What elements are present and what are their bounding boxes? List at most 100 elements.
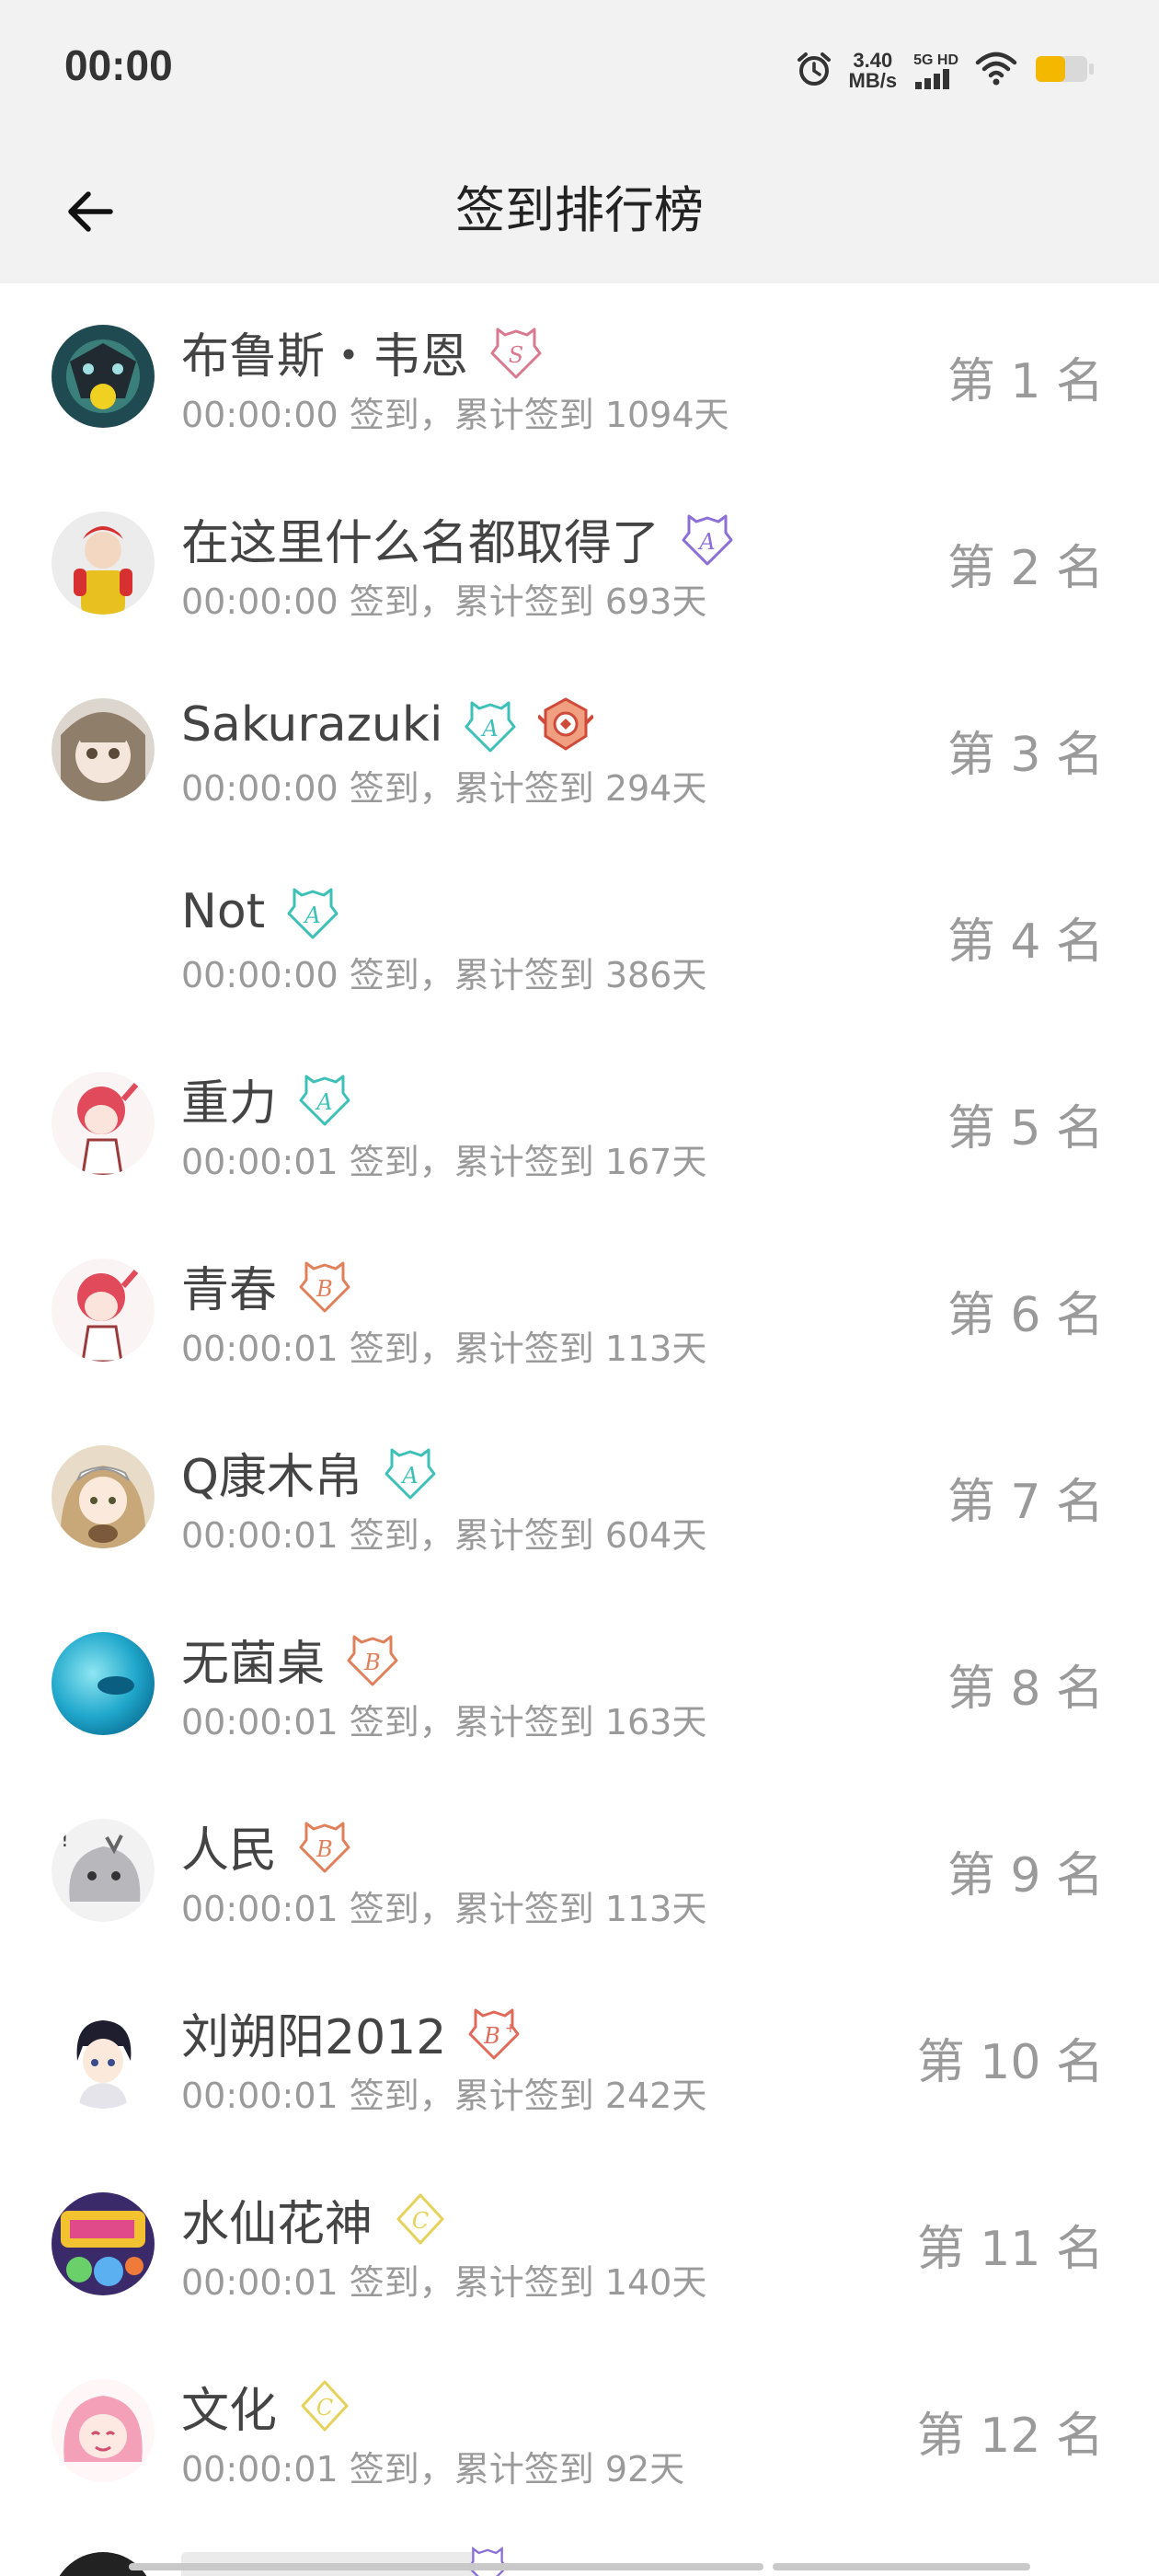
wifi-icon bbox=[975, 52, 1017, 90]
avatar[interactable] bbox=[52, 885, 155, 988]
user-name: 布鲁斯・韦恩 bbox=[181, 328, 469, 385]
level-a-badge-icon: A bbox=[287, 888, 339, 939]
status-bar: 00:00 3.40 MB/s 5G HD bbox=[0, 0, 1159, 138]
level-b-badge-icon: B bbox=[299, 1261, 350, 1313]
user-name: 无菌桌 bbox=[181, 1636, 326, 1692]
svg-text:A: A bbox=[697, 529, 715, 555]
ranking-row[interactable]: ! 人民 B 00:00:01 签到，累计签到 113天 第 9 名 bbox=[0, 1777, 1159, 1964]
level-a-badge-icon: A bbox=[465, 701, 516, 753]
rank-label: 第 2 名 bbox=[947, 541, 1104, 596]
level-b-badge-icon: B bbox=[347, 1635, 398, 1686]
user-name-line: 文化 C bbox=[181, 2373, 352, 2439]
avatar[interactable] bbox=[52, 325, 155, 428]
level-a-badge-icon: A bbox=[682, 514, 733, 566]
page-title: 签到排行榜 bbox=[455, 181, 704, 239]
avatar[interactable] bbox=[52, 698, 155, 801]
checkin-info: 00:00:00 签到，累计签到 1094天 bbox=[181, 395, 729, 435]
ranking-row[interactable]: 刘朔阳2012 B + 00:00:01 签到，累计签到 242天 第 10 名 bbox=[0, 1964, 1159, 2151]
user-name-line: 布鲁斯・韦恩 S bbox=[181, 318, 544, 385]
level-c-badge-icon: C bbox=[301, 2380, 349, 2432]
rank-label: 第 12 名 bbox=[916, 2409, 1104, 2464]
ranking-row[interactable]: 布鲁斯・韦恩 S 00:00:00 签到，累计签到 1094天 第 1 名 bbox=[0, 283, 1159, 470]
signal-bars-icon bbox=[915, 69, 950, 89]
svg-text:A: A bbox=[303, 903, 320, 928]
app-header: 签到排行榜 bbox=[0, 138, 1159, 283]
svg-text:B: B bbox=[316, 1276, 333, 1302]
level-a-badge-icon bbox=[467, 2546, 508, 2576]
rank-label: 第 11 名 bbox=[916, 2222, 1104, 2277]
network-speed: 3.40 MB/s bbox=[848, 49, 898, 92]
user-name-line: Not A bbox=[181, 879, 340, 945]
scroll-indicator bbox=[129, 2563, 763, 2570]
svg-text:C: C bbox=[412, 2208, 429, 2234]
avatar[interactable] bbox=[52, 1072, 155, 1175]
checkin-info: 00:00:01 签到，累计签到 242天 bbox=[181, 2076, 707, 2116]
level-b-badge-icon: B bbox=[299, 1822, 350, 1873]
checkin-info: 00:00:01 签到，累计签到 113天 bbox=[181, 1328, 707, 1369]
battery-icon bbox=[1034, 52, 1095, 89]
user-name: 人民 bbox=[181, 1823, 278, 1879]
signal-indicator: 5G HD bbox=[913, 52, 958, 89]
user-name-line: Q康木帛 A bbox=[181, 1439, 438, 1505]
ranking-row[interactable]: Not A 00:00:00 签到，累计签到 386天 第 4 名 bbox=[0, 844, 1159, 1030]
rank-label: 第 9 名 bbox=[947, 1848, 1104, 1903]
ranking-row[interactable]: Q康木帛 A 00:00:01 签到，累计签到 604天 第 7 名 bbox=[0, 1404, 1159, 1591]
rank-label: 第 10 名 bbox=[916, 2035, 1104, 2090]
network-type-label: 5G HD bbox=[913, 52, 958, 68]
svg-text:!: ! bbox=[61, 1829, 69, 1852]
user-name: Not bbox=[181, 884, 266, 939]
svg-text:A: A bbox=[481, 716, 499, 742]
user-name: 青春 bbox=[181, 1262, 278, 1318]
avatar[interactable] bbox=[52, 2006, 155, 2109]
user-name-line: 刘朔阳2012 B + bbox=[181, 1999, 522, 2065]
avatar[interactable] bbox=[52, 512, 155, 615]
svg-text:+: + bbox=[505, 2021, 516, 2036]
ranking-row[interactable]: 水仙花神 C 00:00:01 签到，累计签到 140天 第 11 名 bbox=[0, 2151, 1159, 2338]
avatar[interactable] bbox=[52, 1445, 155, 1548]
ranking-row[interactable]: 在这里什么名都取得了 A 00:00:00 签到，累计签到 693天 第 2 名 bbox=[0, 470, 1159, 657]
ranking-row[interactable]: 重力 A 00:00:01 签到，累计签到 167天 第 5 名 bbox=[0, 1030, 1159, 1217]
user-name-line: 无菌桌 B bbox=[181, 1626, 400, 1692]
ranking-row[interactable]: 无菌桌 B 00:00:01 签到，累计签到 163天 第 8 名 bbox=[0, 1591, 1159, 1777]
svg-text:B: B bbox=[363, 1650, 381, 1675]
status-time: 00:00 bbox=[64, 41, 173, 89]
svg-text:B: B bbox=[316, 1836, 333, 1862]
checkin-info: 00:00:00 签到，累计签到 693天 bbox=[181, 581, 707, 622]
user-name-line: 人民 B bbox=[181, 1812, 352, 1879]
alarm-icon bbox=[796, 51, 832, 91]
rank-label: 第 1 名 bbox=[947, 354, 1104, 409]
user-name: 刘朔阳2012 bbox=[181, 2009, 447, 2065]
medal-icon bbox=[538, 697, 594, 751]
user-name: 文化 bbox=[181, 2383, 278, 2439]
svg-text:B: B bbox=[484, 2023, 501, 2049]
rank-label: 第 7 名 bbox=[947, 1475, 1104, 1530]
user-name: 在这里什么名都取得了 bbox=[181, 515, 660, 571]
ranking-row[interactable]: Sakurazuki A 00:00:00 签到，累计签到 294天 第 3 名 bbox=[0, 657, 1159, 844]
scroll-indicator bbox=[773, 2563, 1030, 2570]
user-name-line: Sakurazuki A bbox=[181, 692, 594, 758]
level-c-badge-icon: C bbox=[396, 2193, 444, 2245]
ranking-row[interactable]: 文化 C 00:00:01 签到，累计签到 92天 第 12 名 bbox=[0, 2338, 1159, 2524]
avatar[interactable]: ! bbox=[52, 1819, 155, 1922]
user-name-line: 水仙花神 C bbox=[181, 2186, 448, 2252]
rank-label: 第 4 名 bbox=[947, 914, 1104, 970]
checkin-info: 00:00:00 签到，累计签到 294天 bbox=[181, 768, 707, 809]
user-name: Q康木帛 bbox=[181, 1449, 362, 1505]
user-name-line: 重力 A bbox=[181, 1065, 352, 1132]
svg-text:S: S bbox=[509, 342, 523, 368]
avatar[interactable] bbox=[52, 2379, 155, 2482]
avatar[interactable] bbox=[52, 1259, 155, 1362]
ranking-row[interactable]: 青春 B 00:00:01 签到，累计签到 113天 第 6 名 bbox=[0, 1217, 1159, 1404]
user-name: Sakurazuki bbox=[181, 697, 443, 753]
ranking-list: 布鲁斯・韦恩 S 00:00:00 签到，累计签到 1094天 第 1 名 在这… bbox=[0, 283, 1159, 2524]
checkin-info: 00:00:01 签到，累计签到 92天 bbox=[181, 2449, 685, 2490]
avatar[interactable] bbox=[52, 1632, 155, 1735]
checkin-info: 00:00:01 签到，累计签到 163天 bbox=[181, 1702, 707, 1742]
svg-text:C: C bbox=[316, 2395, 333, 2421]
avatar[interactable] bbox=[52, 2192, 155, 2295]
rank-label: 第 8 名 bbox=[947, 1662, 1104, 1717]
level-b-plus-badge-icon: B + bbox=[468, 2008, 520, 2060]
user-name-line: 在这里什么名都取得了 A bbox=[181, 505, 735, 571]
user-name: 重力 bbox=[181, 1075, 278, 1132]
rank-label: 第 5 名 bbox=[947, 1101, 1104, 1156]
